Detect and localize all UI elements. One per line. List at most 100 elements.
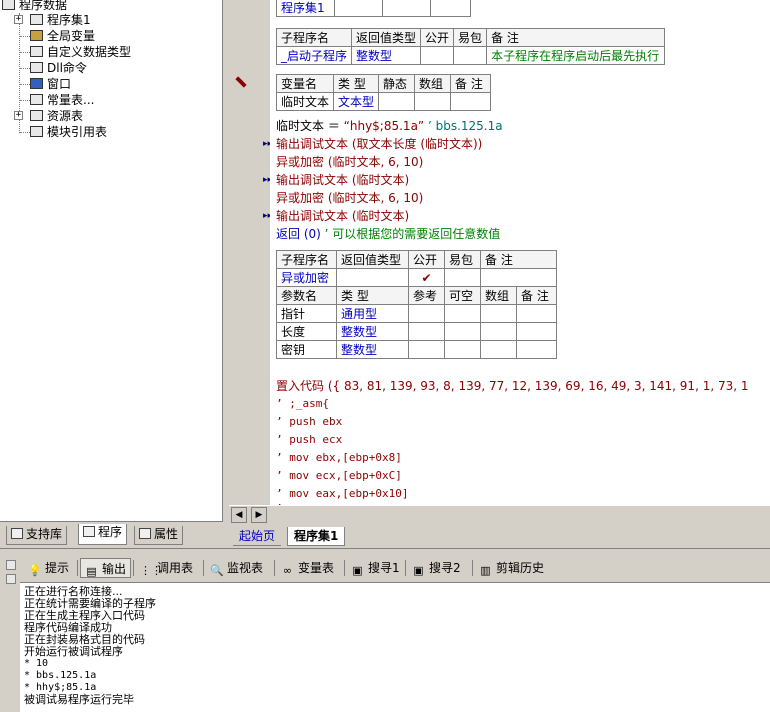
code-comment[interactable]: ’ mov ebx,[ebp+0x8]: [276, 449, 402, 467]
tree-item-module-refs[interactable]: 模块引用表: [30, 124, 107, 140]
header-easypkg: 易包: [453, 28, 488, 47]
output-line: 被调试易程序运行完毕: [24, 693, 134, 706]
tool-tips[interactable]: 💡 提示: [24, 558, 73, 578]
module-icon: [30, 126, 43, 137]
header-remark: 备 注: [450, 74, 492, 93]
code-line[interactable]: 输出调试文本 (临时文本): [276, 171, 409, 189]
code-line[interactable]: 输出调试文本 (临时文本): [276, 207, 409, 225]
public-cell[interactable]: [420, 46, 455, 65]
code-line[interactable]: 临时文本 ＝ “hhy$;85.1a” ’ bbs.125.1a: [276, 117, 503, 135]
tree-item-custom-types[interactable]: 自定义数据类型: [30, 44, 131, 60]
tree-item-window[interactable]: 窗口: [30, 76, 71, 92]
tree-item-constants[interactable]: 常量表...: [30, 92, 94, 108]
code-comment[interactable]: ’ push ecx: [276, 431, 342, 449]
program-tree-panel: 程序数据 + 程序集1 全局变量 自定义数据类型 Dll命令 窗口 常量表...…: [0, 0, 223, 522]
lightbulb-icon: 💡: [28, 564, 42, 577]
param-row[interactable]: 密钥 整数型: [276, 340, 557, 359]
var-name-cell[interactable]: 临时文本: [275, 92, 335, 111]
tree-item-dll-commands[interactable]: Dll命令: [30, 60, 87, 76]
tab-program-set[interactable]: 程序集1: [287, 527, 346, 546]
var-remark-cell[interactable]: [450, 92, 492, 111]
editor-tabs: 起始页 程序集1: [229, 527, 770, 547]
local-var-table: 变量名 类 型 静态 数组 备 注 临时文本 文本型: [275, 74, 492, 111]
return-type-cell[interactable]: 整数型: [351, 46, 422, 65]
param-row[interactable]: 指针 通用型: [276, 304, 557, 323]
header-remark: 备 注: [516, 286, 557, 305]
subroutine-table-2: 子程序名 返回值类型 公开 易包 备 注 异或加密 ✔ 参数名 类 型 参考 可…: [276, 250, 557, 359]
subroutine-table-1: 子程序名 返回值类型 公开 易包 备 注 _启动子程序 整数型 本子程序在程序启…: [275, 28, 666, 65]
horizontal-scrollbar[interactable]: ◀ ▶: [229, 505, 770, 523]
code-line[interactable]: 输出调试文本 (取文本长度 (临时文本)): [276, 135, 482, 153]
tree-item-resources[interactable]: 资源表: [30, 108, 83, 124]
tab-start-page[interactable]: 起始页: [233, 527, 282, 546]
bottom-splitter[interactable]: [0, 548, 770, 554]
tab-program[interactable]: 程序: [78, 524, 128, 545]
header-array: 数组: [414, 74, 452, 93]
code-comment[interactable]: ’ ;_asm{: [276, 395, 329, 413]
easypkg-cell[interactable]: [453, 46, 488, 65]
program-set-name[interactable]: 程序集1: [276, 0, 335, 17]
expand-program-set-icon[interactable]: +: [14, 15, 23, 24]
sub-name-cell[interactable]: _启动子程序: [275, 46, 353, 65]
tab-properties[interactable]: 属性: [134, 526, 184, 545]
var-array-cell[interactable]: [414, 92, 452, 111]
sub-name-cell[interactable]: 异或加密: [276, 268, 337, 287]
code-comment[interactable]: ’ push ebx: [276, 413, 342, 431]
header-array: 数组: [480, 286, 517, 305]
editor-gutter: ▸▸ ▸▸ ▸▸: [229, 0, 272, 505]
output-icon: ▤: [86, 565, 97, 578]
tool-variables[interactable]: ∞ 变量表: [277, 558, 338, 578]
tool-search2[interactable]: ▣ 搜寻2: [408, 558, 465, 578]
expand-resources-icon[interactable]: +: [14, 111, 23, 120]
var-static-cell[interactable]: [378, 92, 416, 111]
code-line[interactable]: 返回 (0) ’ 可以根据您的需要返回任意数值: [276, 225, 500, 243]
easypkg-cell[interactable]: [444, 268, 481, 287]
code-line-embed[interactable]: 置入代码 ({ 83, 81, 139, 93, 8, 139, 77, 12,…: [276, 377, 749, 395]
code-line[interactable]: 异或加密 (临时文本, 6, 10): [276, 189, 423, 207]
tool-call-table[interactable]: ⋮⋮调用表: [136, 558, 197, 578]
pin-panel-icon[interactable]: [6, 574, 16, 584]
magnifier-icon: 🔍: [210, 564, 224, 577]
tree-item-global-vars[interactable]: 全局变量: [30, 28, 95, 44]
header-static: 静态: [378, 74, 416, 93]
variables-icon: ∞: [282, 564, 293, 577]
code-editor[interactable]: 程序集1 子程序名 返回值类型 公开 易包 备 注 _启动子程序 整数型 本子程…: [270, 0, 770, 505]
resource-icon: [30, 110, 43, 121]
custom-type-icon: [30, 46, 43, 57]
output-pane[interactable]: 正在进行名称连接... 正在统计需要编译的子程序 正在生成主程序入口代码 程序代…: [20, 582, 770, 712]
scroll-right-icon[interactable]: ▶: [251, 507, 267, 523]
header-remark: 备 注: [486, 28, 666, 47]
tree-item-program-set[interactable]: 程序集1: [30, 12, 91, 28]
public-check-icon[interactable]: ✔: [408, 268, 445, 287]
tool-watch[interactable]: 🔍 监视表: [206, 558, 267, 578]
header-var-name: 变量名: [275, 74, 335, 93]
var-type-cell[interactable]: 文本型: [333, 92, 380, 111]
remark-cell[interactable]: 本子程序在程序启动后最先执行: [486, 46, 666, 65]
tool-search1[interactable]: ▣ 搜寻1: [347, 558, 404, 578]
code-line[interactable]: 异或加密 (临时文本, 6, 10): [276, 153, 423, 171]
param-row[interactable]: 长度 整数型: [276, 322, 557, 341]
program-set-icon: [30, 14, 43, 25]
header-public: 公开: [420, 28, 455, 47]
remark-cell[interactable]: [480, 268, 557, 287]
output-tools-bar: 💡 提示 ▤ 输出 ⋮⋮调用表 🔍 监视表 ∞ 变量表 ▣ 搜寻1 ▣ 搜寻2 ▥ 剪辑历史: [20, 556, 770, 580]
program-icon: [83, 526, 95, 537]
header-param-name: 参数名: [276, 286, 337, 305]
program-set-table: 程序集1: [276, 0, 471, 17]
program-data-icon: [2, 0, 15, 10]
call-table-icon: ⋮⋮: [140, 564, 162, 577]
code-comment[interactable]: ’ mov ecx,[ebp+0xC]: [276, 467, 402, 485]
tab-support-lib[interactable]: 支持库: [6, 526, 68, 545]
return-type-cell[interactable]: [336, 268, 409, 287]
properties-icon: [139, 528, 151, 539]
header-return-type: 返回值类型: [351, 28, 422, 47]
code-comment[interactable]: ’ mov eax,[ebp+0x10]: [276, 485, 408, 503]
close-panel-icon[interactable]: [6, 560, 16, 570]
scroll-left-icon[interactable]: ◀: [231, 507, 247, 523]
tool-clip-history[interactable]: ▥ 剪辑历史: [475, 558, 548, 578]
header-sub-name: 子程序名: [276, 250, 337, 269]
tool-output[interactable]: ▤ 输出: [80, 558, 132, 578]
bottom-panel-strip: [0, 554, 20, 712]
output-line: * bbs.125.1a: [24, 670, 97, 681]
header-param-type: 类 型: [336, 286, 409, 305]
